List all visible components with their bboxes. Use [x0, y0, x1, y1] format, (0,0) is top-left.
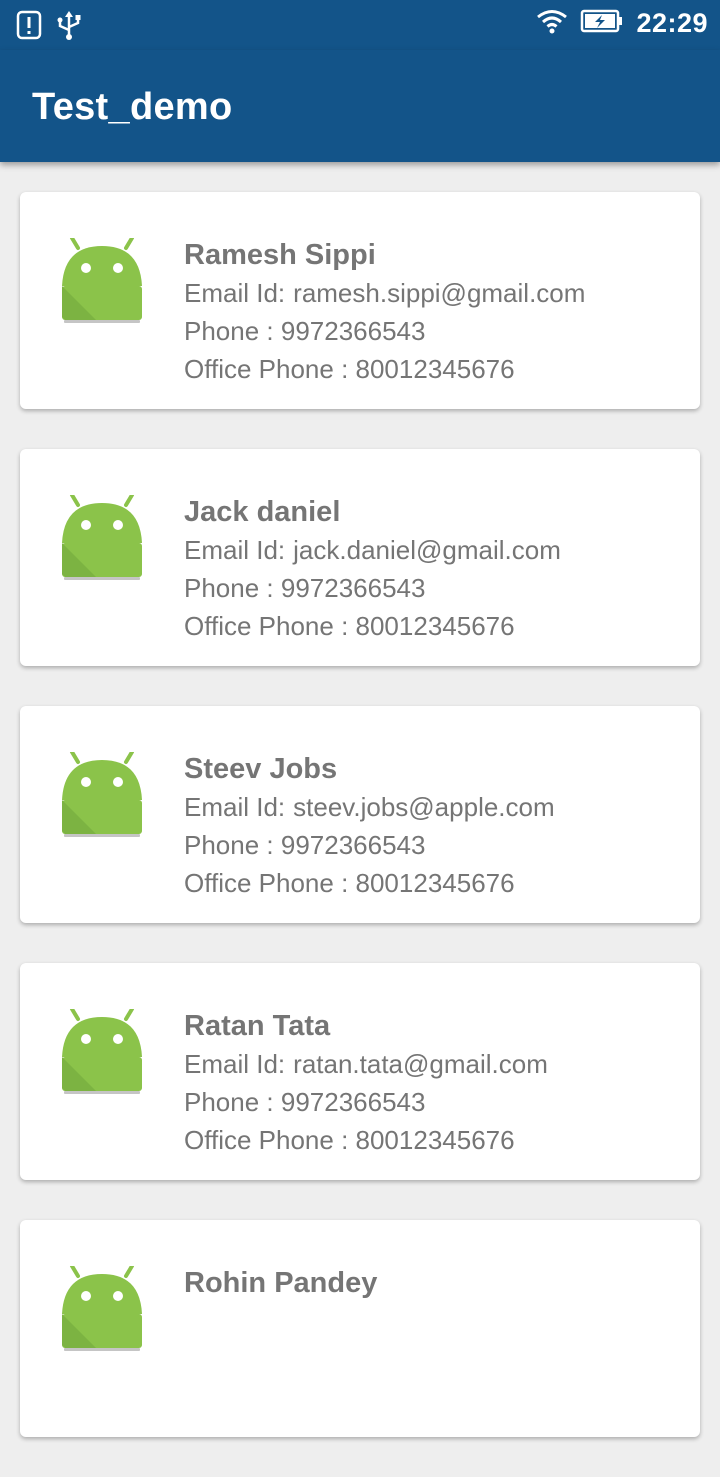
contact-office-phone: Office Phone : 80012345676 — [184, 354, 515, 384]
contact-name: Rohin Pandey — [184, 1267, 378, 1299]
contact-name: Ratan Tata — [184, 1010, 331, 1042]
contact-card[interactable]: Ratan Tata Email Id: ratan.tata@gmail.com… — [20, 963, 700, 1180]
alert-icon — [16, 10, 42, 45]
android-icon — [60, 493, 144, 585]
android-icon — [60, 236, 144, 328]
email-label: Email Id: — [184, 1049, 286, 1079]
contact-phone: Phone : 9972366543 — [184, 830, 426, 860]
contact-phone: Phone : 9972366543 — [184, 573, 426, 603]
contact-email-line: Email Id: ratan.tata@gmail.com — [184, 1045, 548, 1083]
contact-card[interactable]: Rohin Pandey — [20, 1220, 700, 1437]
contact-email: ramesh.sippi@gmail.com — [293, 278, 586, 308]
contact-card[interactable]: Steev Jobs Email Id: steev.jobs@apple.com… — [20, 706, 700, 923]
contact-office-phone — [184, 1378, 377, 1416]
contact-phone: Phone : 9972366543 — [184, 316, 426, 346]
status-bar: 22:29 — [0, 0, 720, 50]
contact-name: Ramesh Sippi — [184, 239, 376, 271]
wifi-icon — [536, 8, 568, 39]
contact-email: ratan.tata@gmail.com — [293, 1049, 548, 1079]
android-icon — [60, 1007, 144, 1099]
contact-phone: Phone : 9972366543 — [184, 1087, 426, 1117]
contact-card[interactable]: Jack daniel Email Id: jack.daniel@gmail.c… — [20, 449, 700, 666]
contact-card[interactable]: Ramesh Sippi Email Id: ramesh.sippi@gmail… — [20, 192, 700, 409]
contact-email: jack.daniel@gmail.com — [293, 535, 561, 565]
contact-name: Jack daniel — [184, 496, 341, 528]
contact-email-line — [184, 1302, 377, 1340]
contact-email-line: Email Id: jack.daniel@gmail.com — [184, 531, 561, 569]
email-label: Email Id: — [184, 792, 286, 822]
app-bar: Test_demo — [0, 50, 720, 162]
email-label: Email Id: — [184, 278, 286, 308]
app-title: Test_demo — [32, 86, 233, 128]
usb-icon — [56, 10, 82, 45]
contact-office-phone: Office Phone : 80012345676 — [184, 1125, 515, 1155]
contact-email-line: Email Id: ramesh.sippi@gmail.com — [184, 274, 585, 312]
battery-charging-icon — [580, 8, 624, 39]
contact-name: Steev Jobs — [184, 753, 338, 785]
contact-office-phone: Office Phone : 80012345676 — [184, 611, 515, 641]
contact-list: Ramesh Sippi Email Id: ramesh.sippi@gmail… — [20, 192, 700, 1477]
contact-office-phone: Office Phone : 80012345676 — [184, 868, 515, 898]
android-icon — [60, 750, 144, 842]
email-label: Email Id: — [184, 535, 286, 565]
contact-email: steev.jobs@apple.com — [293, 792, 555, 822]
contact-phone — [184, 1340, 377, 1378]
status-time: 22:29 — [636, 8, 708, 38]
contact-email-line: Email Id: steev.jobs@apple.com — [184, 788, 555, 826]
